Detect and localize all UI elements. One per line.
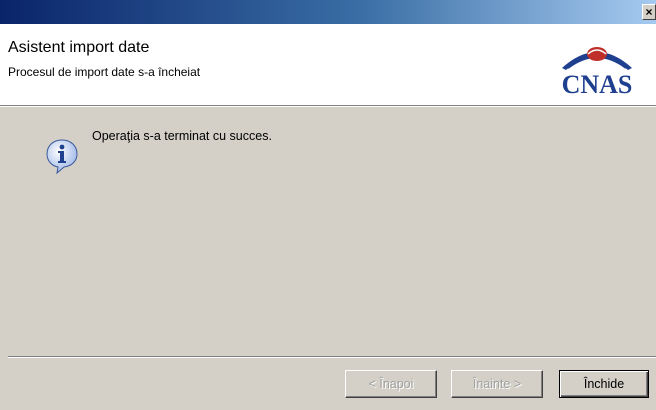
completion-message: Operaţia s-a terminat cu succes. (92, 129, 272, 143)
close-button[interactable]: × (642, 4, 656, 20)
close-icon: × (645, 5, 653, 19)
cnas-logo: CNAS (562, 47, 633, 98)
next-button[interactable]: Înainte > (451, 370, 543, 398)
title-bar[interactable]: × (0, 0, 656, 24)
footer-separator-highlight (8, 357, 656, 358)
logo-text: CNAS (562, 70, 633, 98)
wizard-header: Asistent import date Procesul de import … (0, 24, 656, 106)
close-wizard-button[interactable]: Închide (559, 370, 649, 398)
wizard-title: Asistent import date (8, 39, 150, 56)
header-separator (0, 106, 656, 107)
back-button[interactable]: < Înapoi (345, 370, 437, 398)
wizard-subtitle: Procesul de import date s-a încheiat (8, 65, 201, 79)
info-icon (46, 139, 78, 174)
